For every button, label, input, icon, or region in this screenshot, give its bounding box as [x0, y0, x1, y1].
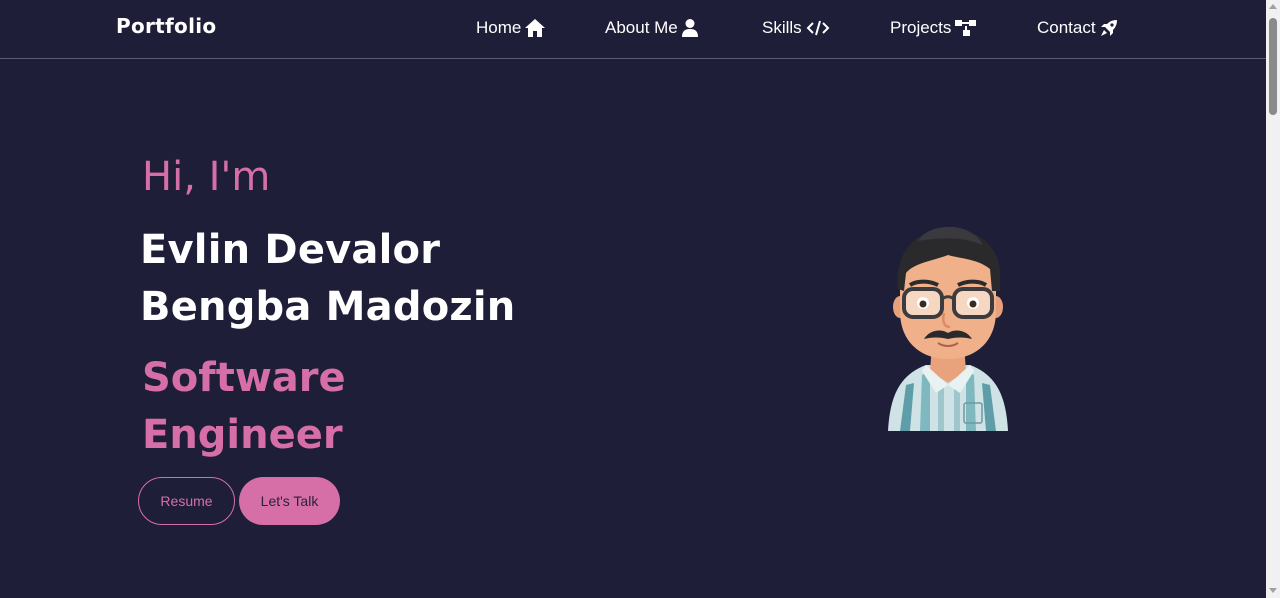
portfolio-page: Portfolio Home About Me Skills Projects … [0, 0, 1266, 598]
scrollbar-thumb[interactable] [1269, 18, 1277, 115]
nav-link-label: Projects [890, 18, 952, 37]
greeting-text: Hi, I'm [142, 154, 271, 200]
brand-logo[interactable]: Portfolio [116, 14, 216, 38]
memoji-avatar [878, 225, 1018, 439]
vertical-scrollbar[interactable] [1266, 0, 1280, 598]
nav-link-home[interactable]: Home [476, 17, 546, 39]
role-line-2: Engineer [142, 412, 343, 458]
nav-link-label: Skills [762, 18, 802, 37]
nav-link-skills[interactable]: Skills [762, 17, 830, 39]
nav-link-label: Home [476, 18, 522, 37]
nav-link-label: Contact [1037, 18, 1096, 37]
code-icon [806, 20, 830, 36]
hero-section: Hi, I'm Evlin Devalor Bengba Madozin Sof… [0, 59, 1266, 598]
resume-button[interactable]: Resume [138, 477, 235, 525]
job-title: Software Engineer [142, 350, 382, 464]
user-icon [681, 19, 698, 37]
name-line-2: Bengba Madozin [140, 284, 516, 330]
navbar: Portfolio Home About Me Skills Projects … [0, 0, 1266, 59]
role-line-1: Software [142, 355, 346, 401]
home-icon [525, 19, 546, 37]
lets-talk-button[interactable]: Let's Talk [239, 477, 340, 525]
scroll-up-arrow-icon[interactable] [1269, 4, 1277, 9]
full-name: Evlin Devalor Bengba Madozin [140, 222, 560, 336]
scroll-down-arrow-icon[interactable] [1269, 588, 1277, 593]
nav-link-label: About Me [605, 18, 678, 37]
nav-link-about[interactable]: About Me [605, 17, 698, 39]
nav-link-contact[interactable]: Contact [1037, 17, 1118, 39]
nav-link-projects[interactable]: Projects [890, 17, 977, 39]
sitemap-icon [955, 20, 977, 36]
name-line-1: Evlin Devalor [140, 227, 441, 273]
rocket-icon [1100, 19, 1118, 37]
